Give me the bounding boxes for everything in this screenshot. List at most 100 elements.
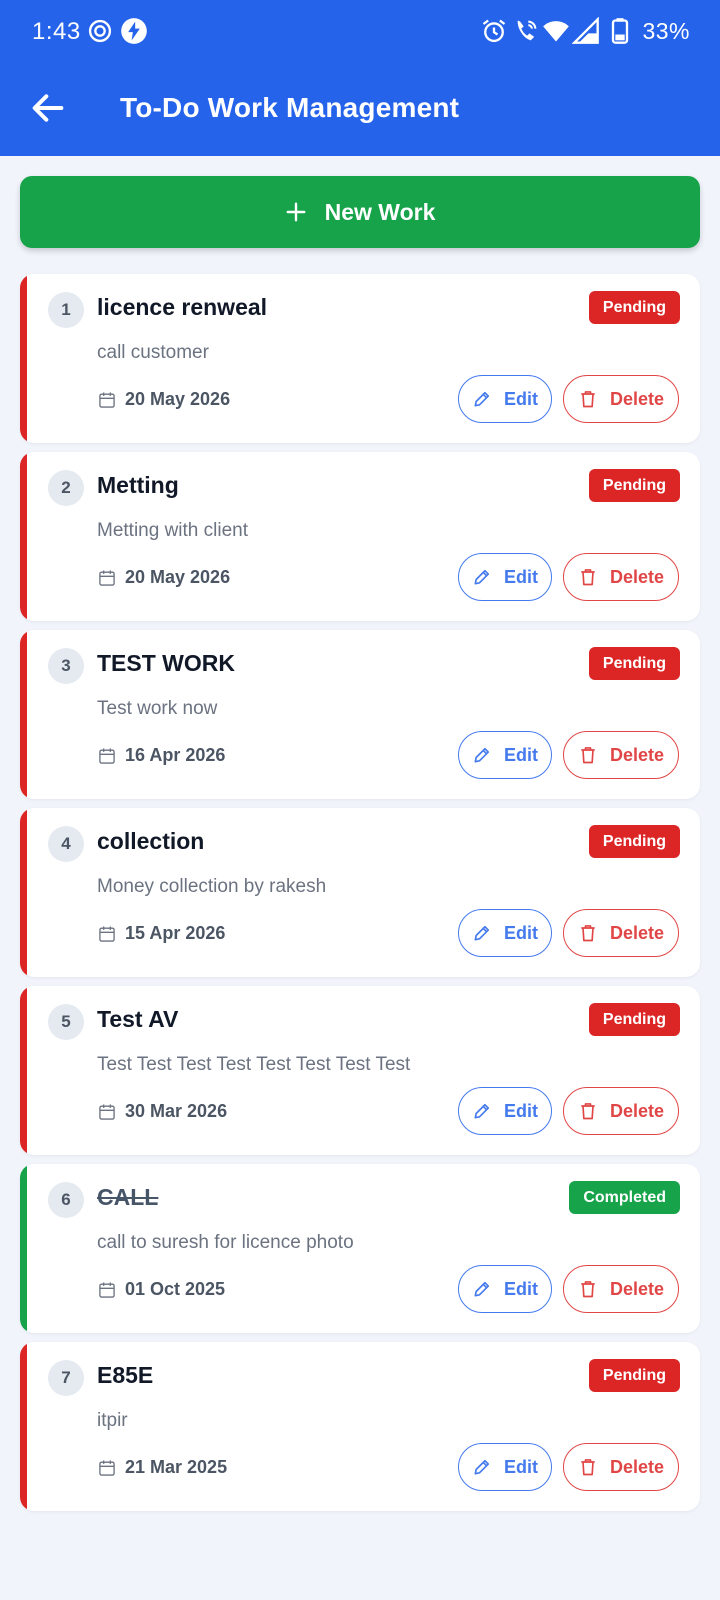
task-number: 3: [48, 648, 84, 684]
task-description: Money collection by rakesh: [97, 876, 327, 897]
delete-button[interactable]: Delete: [563, 731, 679, 779]
status-badge: Pending: [588, 469, 680, 502]
edit-label: Edit: [504, 1100, 538, 1121]
delete-button[interactable]: Delete: [563, 1087, 679, 1135]
edit-button[interactable]: Edit: [458, 1087, 552, 1135]
calendar-icon: [99, 1282, 115, 1298]
delete-label: Delete: [609, 1100, 665, 1121]
task-title: Metting: [97, 472, 179, 498]
delete-button[interactable]: Delete: [563, 1443, 679, 1491]
task-title: TEST WORK: [97, 650, 235, 676]
edit-button[interactable]: Edit: [458, 909, 552, 957]
delete-label: Delete: [609, 1456, 665, 1477]
flash-icon: [121, 18, 147, 44]
task-title: E85E: [97, 1362, 154, 1388]
delete-label: Delete: [609, 388, 665, 409]
new-work-button[interactable]: New Work: [20, 176, 700, 248]
pencil-icon: [474, 1103, 490, 1119]
edit-label: Edit: [504, 388, 538, 409]
task-date: 20 May 2026: [97, 567, 230, 588]
edit-button[interactable]: Edit: [458, 375, 552, 423]
trash-icon: [581, 391, 595, 408]
task-date-text: 30 Mar 2026: [125, 1101, 228, 1121]
task-date: 20 May 2026: [97, 389, 230, 410]
task-card: 7 E85E Pending itpir 21 Mar 2025 Edit De…: [20, 1342, 700, 1511]
status-stripe: [20, 808, 27, 977]
new-work-label: New Work: [324, 198, 436, 225]
calendar-icon: [99, 1460, 115, 1476]
delete-button[interactable]: Delete: [563, 553, 679, 601]
status-badge: Pending: [588, 1003, 680, 1036]
trash-icon: [581, 747, 595, 764]
pencil-icon: [474, 1459, 490, 1475]
status-stripe: [20, 1164, 27, 1333]
task-number: 7: [48, 1360, 84, 1396]
delete-label: Delete: [609, 566, 665, 587]
task-list: 1 licence renweal Pending call customer …: [20, 274, 700, 1520]
status-bar: 1:43 33%: [0, 0, 720, 64]
edit-button[interactable]: Edit: [458, 731, 552, 779]
trash-icon: [581, 1281, 595, 1298]
page-title: To-Do Work Management: [120, 92, 460, 123]
wifi-call-icon: [517, 20, 537, 41]
edit-button[interactable]: Edit: [458, 1443, 552, 1491]
pencil-icon: [474, 925, 490, 941]
status-badge: Pending: [588, 647, 680, 680]
task-number: 2: [48, 470, 84, 506]
task-title: CALL: [97, 1184, 159, 1210]
edit-button[interactable]: Edit: [458, 553, 552, 601]
task-description: call customer: [97, 342, 209, 363]
pencil-icon: [474, 747, 490, 763]
task-date-text: 15 Apr 2026: [125, 923, 226, 943]
calendar-icon: [99, 1104, 115, 1120]
task-date-text: 21 Mar 2025: [125, 1457, 228, 1477]
task-card: 3 TEST WORK Pending Test work now 16 Apr…: [20, 630, 700, 799]
edit-button[interactable]: Edit: [458, 1265, 552, 1313]
task-number: 6: [48, 1182, 84, 1218]
task-description: call to suresh for licence photo: [97, 1232, 354, 1253]
status-time: 1:43: [32, 18, 81, 45]
task-number: 5: [48, 1004, 84, 1040]
pencil-icon: [474, 569, 490, 585]
back-arrow-icon[interactable]: [28, 88, 68, 128]
calendar-icon: [99, 748, 115, 764]
delete-label: Delete: [609, 922, 665, 943]
delete-button[interactable]: Delete: [563, 1265, 679, 1313]
task-date-text: 01 Oct 2025: [125, 1279, 226, 1299]
trash-icon: [581, 1459, 595, 1476]
delete-button[interactable]: Delete: [563, 909, 679, 957]
task-card: 5 Test AV Pending Test Test Test Test Te…: [20, 986, 700, 1155]
status-stripe: [20, 452, 27, 621]
task-description: Metting with client: [97, 520, 249, 541]
pencil-icon: [474, 1281, 490, 1297]
task-date: 01 Oct 2025: [97, 1279, 225, 1300]
task-date-text: 16 Apr 2026: [125, 745, 226, 765]
edit-label: Edit: [504, 1456, 538, 1477]
task-date-text: 20 May 2026: [125, 567, 231, 587]
status-stripe: [20, 986, 27, 1155]
delete-label: Delete: [609, 1278, 665, 1299]
edit-label: Edit: [504, 1278, 538, 1299]
edit-label: Edit: [504, 922, 538, 943]
task-number: 1: [48, 292, 84, 328]
signal-icon: [572, 17, 599, 44]
task-title: Test AV: [97, 1006, 179, 1032]
status-badge: Pending: [588, 1359, 680, 1392]
plus-icon: [286, 202, 306, 222]
task-date: 30 Mar 2026: [97, 1101, 227, 1122]
task-description: itpir: [97, 1410, 128, 1431]
status-badge: Pending: [588, 291, 680, 324]
task-card: 1 licence renweal Pending call customer …: [20, 274, 700, 443]
task-card: 2 Metting Pending Metting with client 20…: [20, 452, 700, 621]
location-icon: [88, 19, 112, 43]
alarm-icon: [482, 19, 506, 43]
status-stripe: [20, 1342, 27, 1511]
status-badge: Completed: [569, 1181, 680, 1214]
status-stripe: [20, 630, 27, 799]
battery-icon: [611, 18, 629, 44]
app-bar: 1:43 33% To-Do Work Management: [0, 0, 720, 156]
delete-button[interactable]: Delete: [563, 375, 679, 423]
trash-icon: [581, 569, 595, 586]
task-title: licence renweal: [97, 294, 268, 320]
trash-icon: [581, 1103, 595, 1120]
